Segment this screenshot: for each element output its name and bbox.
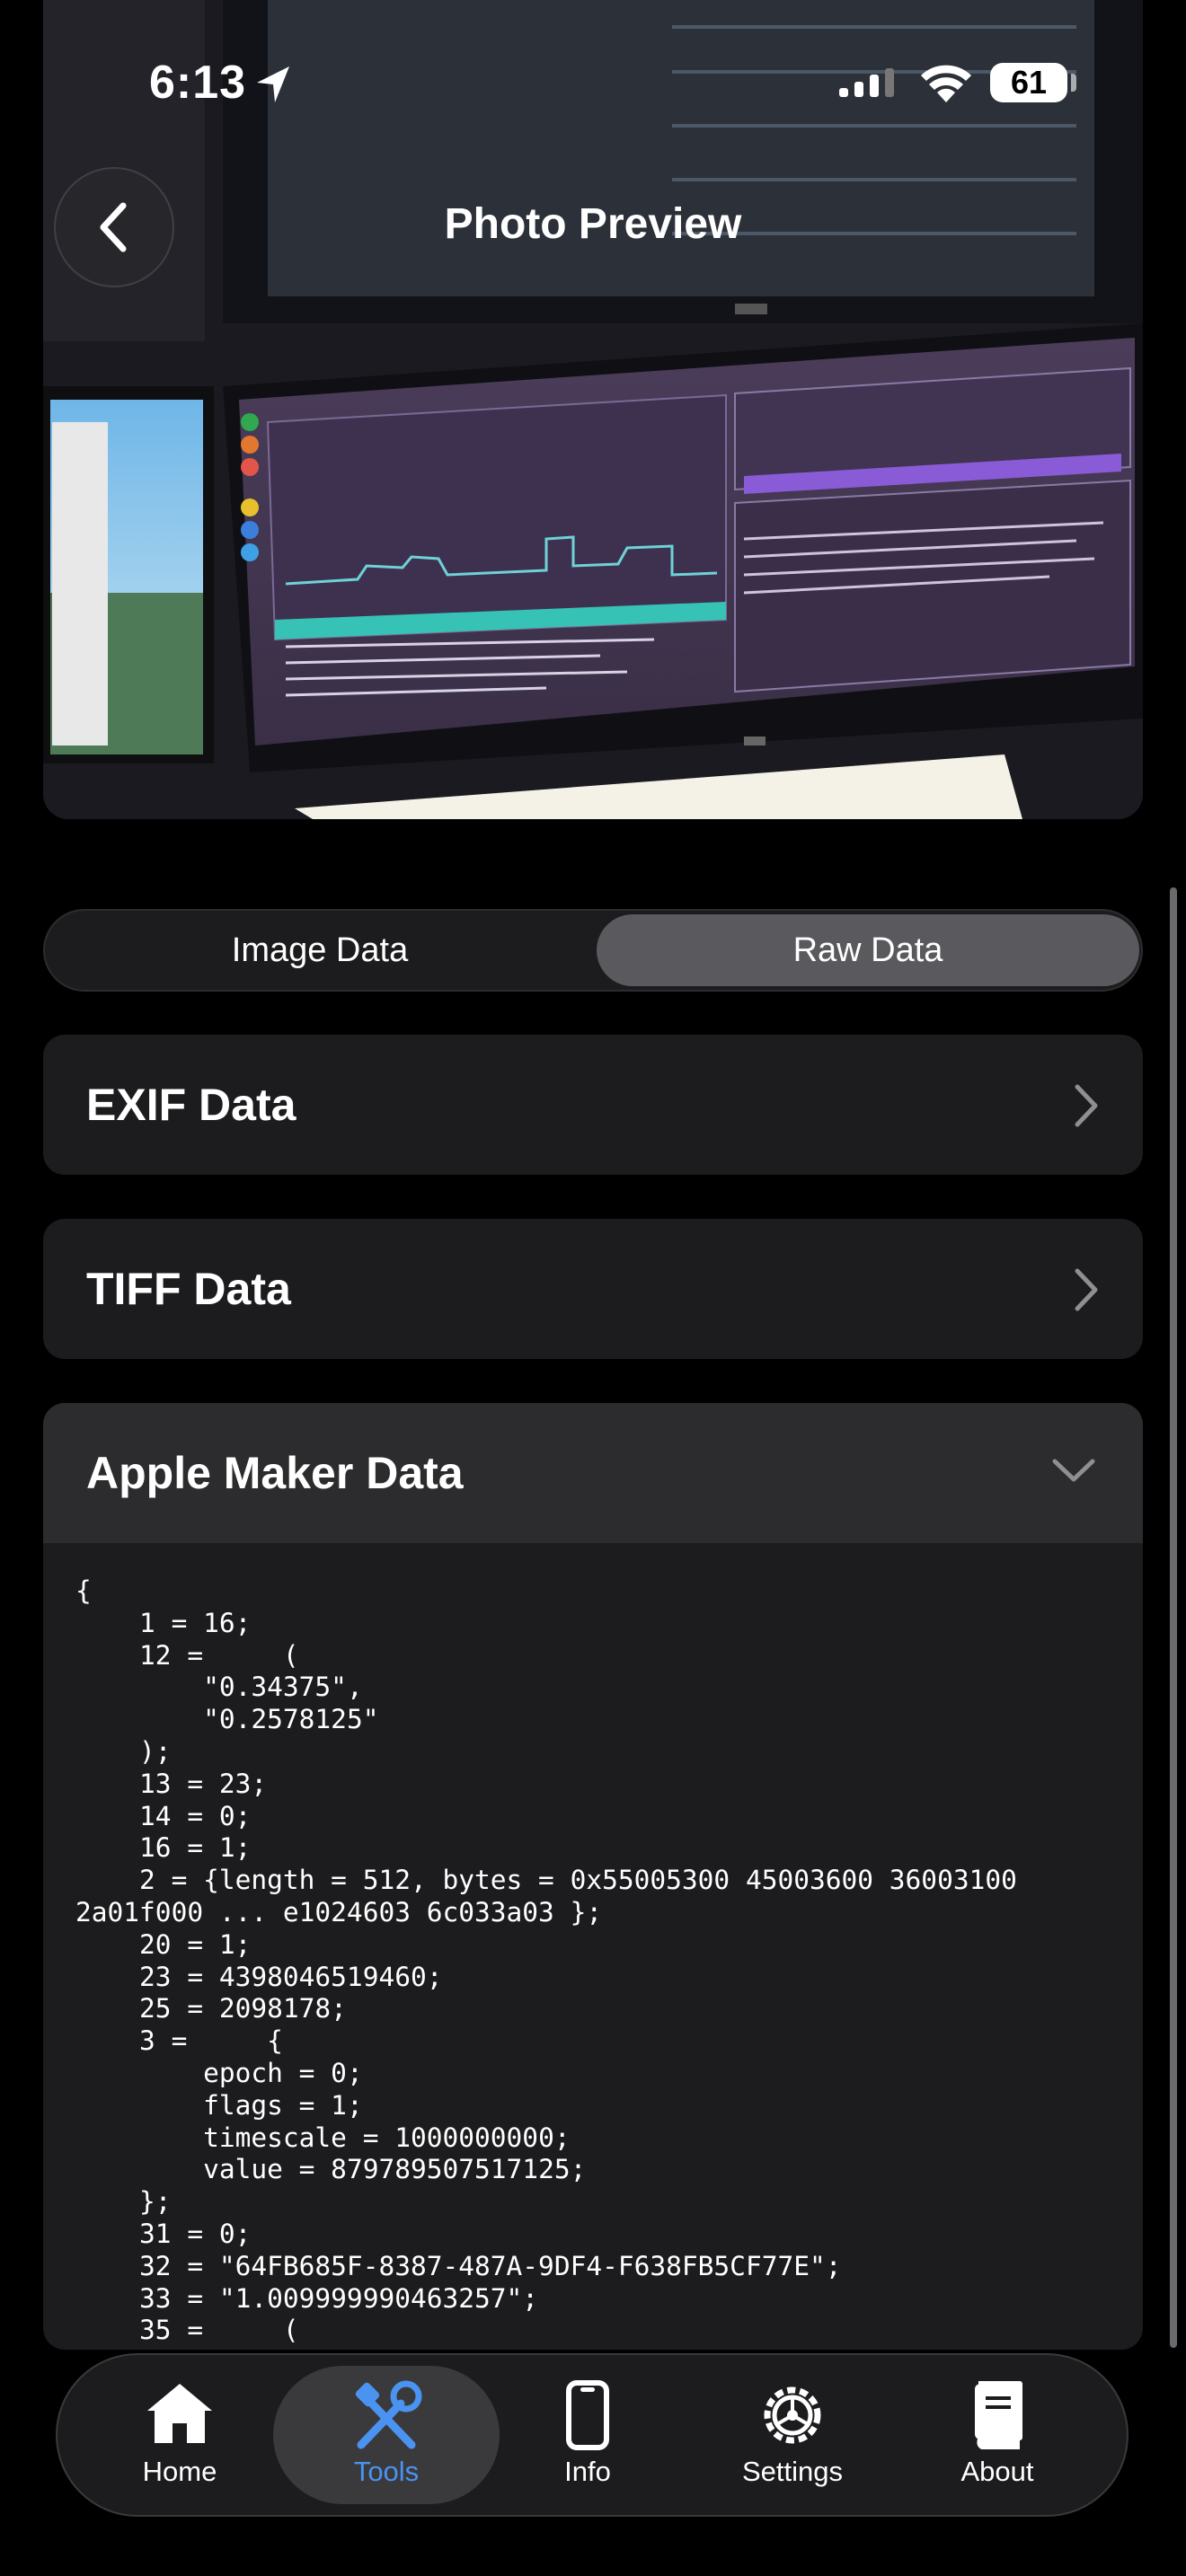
exif-data-title: EXIF Data bbox=[86, 1080, 296, 1130]
tab-home-label: Home bbox=[142, 2456, 217, 2487]
tab-settings[interactable]: Settings bbox=[694, 2366, 891, 2504]
tools-icon bbox=[355, 2380, 422, 2449]
scrollbar[interactable] bbox=[1170, 887, 1177, 2348]
apple-maker-data-title: Apple Maker Data bbox=[86, 1448, 464, 1498]
tab-about-label: About bbox=[960, 2456, 1034, 2487]
house-icon bbox=[147, 2384, 212, 2443]
tab-tools[interactable]: Tools bbox=[273, 2366, 500, 2504]
phone-icon bbox=[566, 2380, 609, 2450]
photo-image bbox=[43, 0, 1143, 819]
tab-settings-label: Settings bbox=[741, 2456, 843, 2487]
location-arrow-icon bbox=[257, 66, 289, 102]
apple-maker-data-header[interactable]: Apple Maker Data bbox=[43, 1403, 1143, 1543]
battery-indicator: 61 bbox=[990, 63, 1067, 102]
tab-tools-label: Tools bbox=[353, 2456, 420, 2487]
tab-info-label: Info bbox=[564, 2456, 611, 2487]
chevron-right-icon bbox=[1075, 1268, 1098, 1311]
tiff-data-row[interactable]: TIFF Data bbox=[43, 1219, 1143, 1359]
photo-preview bbox=[43, 0, 1143, 819]
data-mode-segmented-control: Image Data Raw Data bbox=[43, 909, 1143, 992]
page-title: Photo Preview bbox=[444, 200, 742, 248]
wifi-icon bbox=[921, 65, 971, 102]
tab-home[interactable]: Home bbox=[81, 2366, 279, 2504]
tab-info[interactable]: Info bbox=[489, 2366, 686, 2504]
chevron-down-icon bbox=[1052, 1459, 1095, 1482]
battery-cap bbox=[1071, 74, 1076, 92]
exif-data-row[interactable]: EXIF Data bbox=[43, 1035, 1143, 1175]
apple-maker-raw-text: { 1 = 16; 12 = ( "0.34375", "0.2578125" … bbox=[75, 1575, 1017, 2346]
apple-maker-data-section: Apple Maker Data { 1 = 16; 12 = ( "0.343… bbox=[43, 1403, 1143, 2350]
segment-raw-data[interactable]: Raw Data bbox=[597, 914, 1139, 986]
segment-image-data[interactable]: Image Data bbox=[49, 914, 591, 986]
status-time: 6:13 bbox=[149, 57, 247, 109]
book-icon bbox=[975, 2381, 1022, 2449]
cellular-signal-icon bbox=[839, 68, 894, 97]
tab-about[interactable]: About bbox=[898, 2366, 1096, 2504]
chevron-right-icon bbox=[1075, 1084, 1098, 1127]
tab-bar: Home Tools Info Settings About bbox=[56, 2353, 1128, 2517]
gear-icon bbox=[764, 2386, 821, 2444]
tiff-data-title: TIFF Data bbox=[86, 1264, 291, 1314]
